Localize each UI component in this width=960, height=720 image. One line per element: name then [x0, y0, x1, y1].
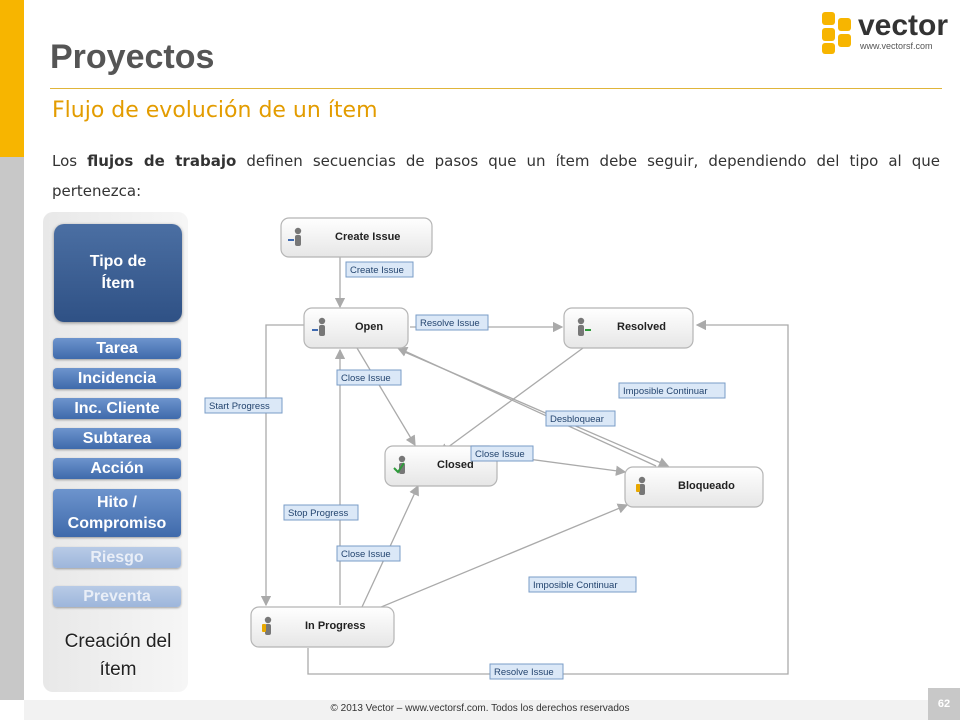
svg-text:Start Progress: Start Progress [209, 401, 270, 412]
node-in-progress[interactable]: In Progress [250, 606, 395, 648]
type-button-subtarea[interactable]: Subtarea [53, 428, 181, 449]
footer-copyright: © 2013 Vector – www.vectorsf.com. Todos … [330, 703, 630, 714]
intro-paragraph: Los flujos de trabajo definen secuencias… [52, 146, 940, 206]
node-bloqueado[interactable]: Bloqueado [624, 466, 764, 508]
creation-label: Creación del ítem [64, 631, 172, 680]
type-button-accion[interactable]: Acción [53, 458, 181, 479]
svg-text:Imposible Continuar: Imposible Continuar [623, 386, 708, 397]
node-label: Open [355, 321, 383, 333]
logo-square-icon [822, 43, 835, 54]
node-label: In Progress [305, 620, 366, 632]
svg-text:Close Issue: Close Issue [341, 549, 391, 560]
node-label: Bloqueado [678, 480, 735, 492]
accent-bar-bottom [0, 157, 24, 700]
logo-square-icon [838, 34, 851, 47]
item-type-header: Tipo de Ítem [54, 224, 182, 322]
node-resolved[interactable]: Resolved [563, 307, 694, 349]
transition-resolve-issue[interactable]: Resolve Issue [415, 314, 489, 331]
node-open[interactable]: Open [303, 307, 409, 349]
svg-text:Stop Progress: Stop Progress [288, 508, 348, 519]
accent-bar-top [0, 0, 24, 157]
edge-open-closed [356, 347, 416, 447]
type-button-inc-cliente[interactable]: Inc. Cliente [53, 398, 181, 419]
svg-text:Close Issue: Close Issue [475, 449, 525, 460]
svg-text:Create Issue: Create Issue [350, 265, 404, 276]
logo-square-icon [822, 12, 835, 25]
transition-resolve-issue[interactable]: Resolve Issue [489, 663, 564, 680]
transition-close-issue[interactable]: Close Issue [336, 545, 401, 562]
type-button-incidencia[interactable]: Incidencia [53, 368, 181, 389]
logo-url: www.vectorsf.com [860, 41, 933, 51]
node-label: Create Issue [335, 231, 400, 243]
transition-close-issue[interactable]: Close Issue [470, 445, 534, 462]
type-button-riesgo[interactable]: Riesgo [53, 547, 181, 568]
page-title: Proyectos [50, 38, 215, 76]
transition-desbloquear[interactable]: Desbloquear [545, 410, 616, 427]
svg-text:Close Issue: Close Issue [341, 373, 391, 384]
transition-stop-progress[interactable]: Stop Progress [283, 504, 359, 521]
transition-imposible-continuar[interactable]: Imposible Continuar [618, 382, 726, 399]
workflow-diagram: Create Issue Open Resolved Closed Bloque… [204, 217, 789, 680]
transition-imposible-continuar[interactable]: Imposible Continuar [528, 576, 637, 593]
page-number: 62 [928, 688, 960, 720]
intro-text-pre: Los [52, 152, 88, 170]
node-create-issue[interactable]: Create Issue [280, 217, 433, 258]
type-button-tarea[interactable]: Tarea [53, 338, 181, 359]
logo-square-icon [822, 28, 835, 41]
title-divider [50, 88, 942, 89]
transition-start-progress[interactable]: Start Progress [204, 397, 283, 414]
svg-text:Imposible Continuar: Imposible Continuar [533, 580, 618, 591]
svg-text:Desbloquear: Desbloquear [550, 414, 604, 425]
node-label: Closed [437, 459, 474, 471]
logo-wordmark: vector [858, 9, 949, 42]
edge-progress-bloqueado [373, 503, 629, 611]
svg-text:Resolve Issue: Resolve Issue [494, 667, 554, 678]
node-label: Resolved [617, 321, 666, 333]
transition-close-issue[interactable]: Close Issue [336, 369, 402, 386]
intro-text-bold: flujos de trabajo [87, 152, 237, 170]
transition-create-issue[interactable]: Create Issue [345, 261, 414, 278]
svg-text:Resolve Issue: Resolve Issue [420, 318, 480, 329]
logo-square-icon [838, 18, 851, 31]
page-subtitle: Flujo de evolución de un ítem [52, 98, 378, 123]
type-button-hito-compromiso[interactable]: Hito / Compromiso [53, 489, 181, 537]
type-button-preventa[interactable]: Preventa [53, 586, 181, 607]
edge-open-progress [260, 324, 304, 607]
